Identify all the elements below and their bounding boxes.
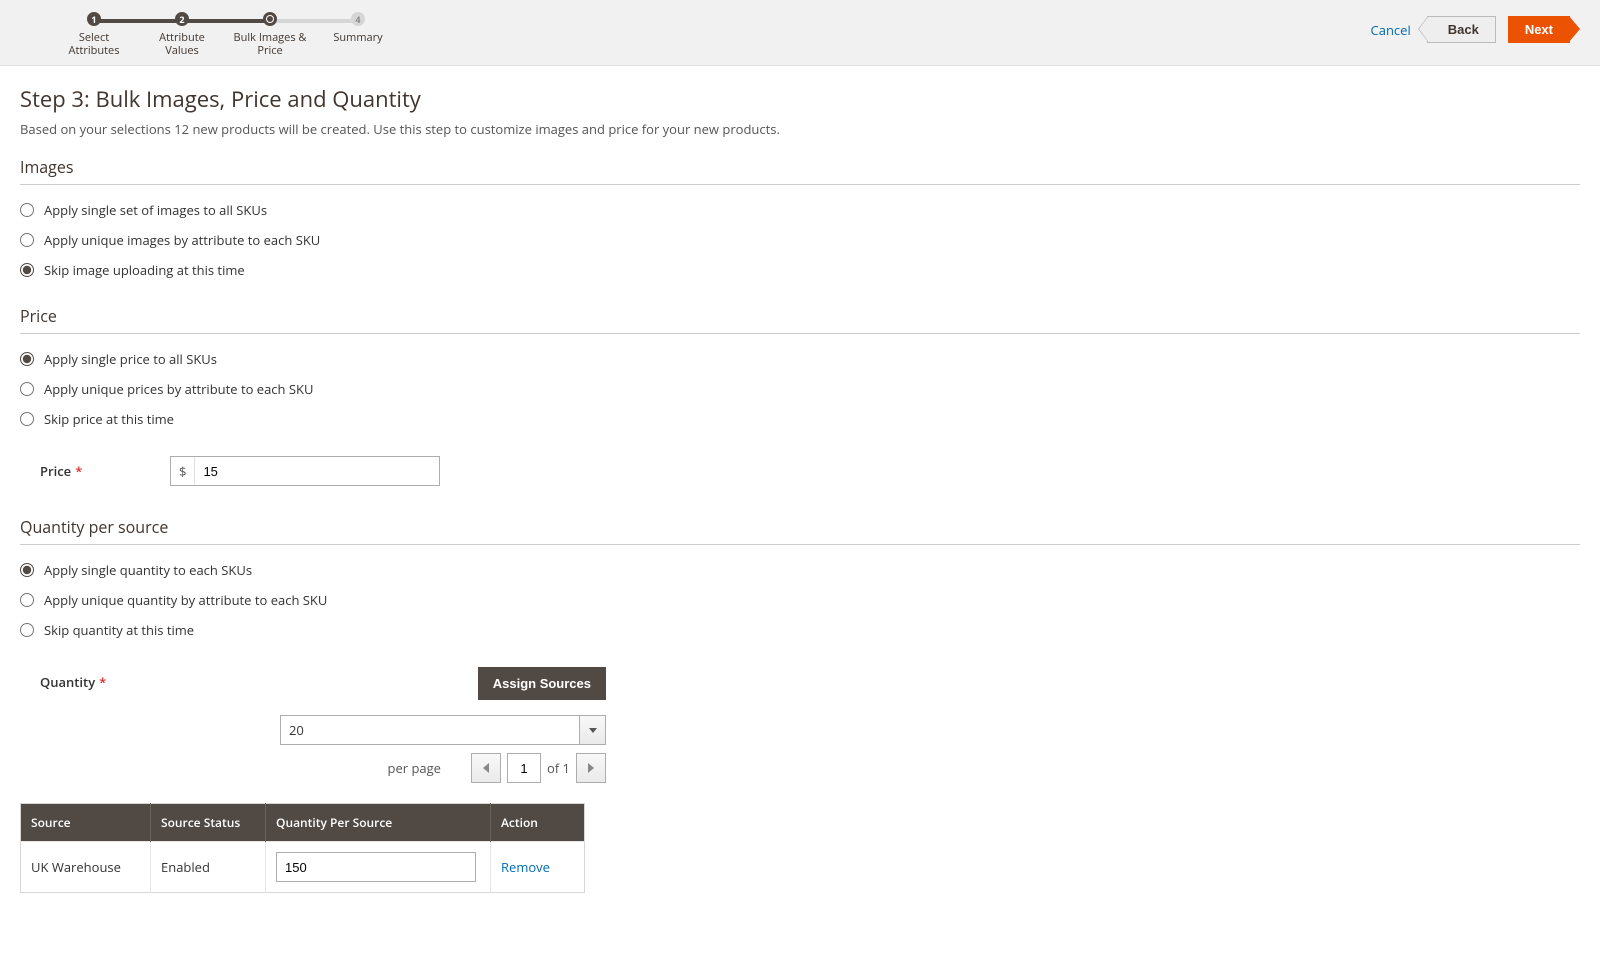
step-label: Bulk Images & Price — [230, 32, 310, 57]
page-total: of 1 — [547, 759, 570, 777]
currency-symbol: $ — [171, 457, 195, 485]
step-4: 4 Summary — [314, 12, 402, 45]
per-page-select[interactable]: 20 — [280, 715, 606, 745]
step-connector — [94, 19, 182, 23]
quantity-radio-group: Apply single quantity to each SKUs Apply… — [20, 555, 1580, 645]
wizard-actions: Cancel Back Next — [1371, 12, 1580, 43]
price-field-row: Price* $ — [40, 456, 1580, 486]
price-radio-single[interactable] — [20, 352, 34, 366]
stepper: 1 Select Attributes 2 Attribute Values 3… — [20, 12, 402, 57]
images-radio-unique[interactable] — [20, 233, 34, 247]
price-input[interactable] — [195, 457, 439, 485]
th-action: Action — [491, 804, 585, 842]
sources-table: Source Source Status Quantity Per Source… — [20, 803, 585, 893]
assign-sources-button[interactable]: Assign Sources — [478, 667, 606, 700]
images-radio-label[interactable]: Apply unique images by attribute to each… — [44, 231, 320, 249]
th-qty: Quantity Per Source — [266, 804, 491, 842]
step-connector — [182, 19, 270, 23]
step-circle-1: 1 — [87, 12, 101, 26]
step-label: Summary — [333, 32, 382, 45]
chevron-down-icon — [589, 728, 597, 733]
quantity-field-row: Quantity* Assign Sources 20 per page of … — [40, 667, 1580, 783]
price-field-label: Price* — [40, 462, 170, 480]
remove-link[interactable]: Remove — [501, 858, 550, 876]
price-radio-unique[interactable] — [20, 382, 34, 396]
back-button[interactable]: Back — [1427, 16, 1496, 43]
images-radio-label[interactable]: Skip image uploading at this time — [44, 261, 245, 279]
images-radio-group: Apply single set of images to all SKUs A… — [20, 195, 1580, 285]
quantity-radio-label[interactable]: Apply unique quantity by attribute to ea… — [44, 591, 327, 609]
step-label: Select Attributes — [54, 32, 134, 57]
step-circle-4: 4 — [351, 12, 365, 26]
price-radio-label[interactable]: Apply single price to all SKUs — [44, 350, 217, 368]
price-input-wrapper: $ — [170, 456, 440, 486]
per-page-label: per page — [388, 759, 441, 777]
images-section-title: Images — [20, 156, 1580, 185]
per-page-value: 20 — [281, 716, 579, 744]
quantity-radio-single[interactable] — [20, 563, 34, 577]
quantity-radio-label[interactable]: Apply single quantity to each SKUs — [44, 561, 252, 579]
price-radio-group: Apply single price to all SKUs Apply uni… — [20, 344, 1580, 434]
page-input[interactable] — [507, 753, 541, 783]
quantity-radio-skip[interactable] — [20, 623, 34, 637]
cell-action: Remove — [491, 842, 585, 893]
step-label: Attribute Values — [142, 32, 222, 57]
cell-qty — [266, 842, 491, 893]
quantity-section-title: Quantity per source — [20, 516, 1580, 545]
quantity-radio-unique[interactable] — [20, 593, 34, 607]
step-1: 1 Select Attributes — [50, 12, 138, 57]
wizard-content: Step 3: Bulk Images, Price and Quantity … — [0, 66, 1600, 911]
cancel-link[interactable]: Cancel — [1371, 21, 1411, 39]
step-title: Step 3: Bulk Images, Price and Quantity — [20, 84, 1580, 114]
step-circle-3: 3 — [263, 12, 277, 26]
table-row: UK Warehouse Enabled Remove — [21, 842, 585, 893]
step-description: Based on your selections 12 new products… — [20, 120, 1580, 138]
table-header-row: Source Source Status Quantity Per Source… — [21, 804, 585, 842]
dropdown-toggle[interactable] — [579, 716, 605, 744]
price-radio-skip[interactable] — [20, 412, 34, 426]
price-radio-label[interactable]: Skip price at this time — [44, 410, 174, 428]
cell-status: Enabled — [151, 842, 266, 893]
th-status: Source Status — [151, 804, 266, 842]
wizard-header: 1 Select Attributes 2 Attribute Values 3… — [0, 0, 1600, 66]
step-connector — [270, 19, 358, 23]
images-radio-label[interactable]: Apply single set of images to all SKUs — [44, 201, 267, 219]
images-radio-skip[interactable] — [20, 263, 34, 277]
price-radio-label[interactable]: Apply unique prices by attribute to each… — [44, 380, 313, 398]
next-button[interactable]: Next — [1508, 16, 1570, 43]
step-circle-2: 2 — [175, 12, 189, 26]
price-section-title: Price — [20, 305, 1580, 334]
page-prev-button[interactable] — [471, 753, 501, 783]
th-source: Source — [21, 804, 151, 842]
chevron-right-icon — [588, 763, 594, 773]
quantity-radio-label[interactable]: Skip quantity at this time — [44, 621, 194, 639]
quantity-per-source-input[interactable] — [276, 852, 476, 882]
chevron-left-icon — [483, 763, 489, 773]
required-asterisk: * — [75, 462, 82, 480]
required-asterisk: * — [99, 673, 106, 691]
images-radio-single[interactable] — [20, 203, 34, 217]
page-next-button[interactable] — [576, 753, 606, 783]
cell-source: UK Warehouse — [21, 842, 151, 893]
pagination: per page of 1 — [280, 753, 606, 783]
quantity-field-label: Quantity* — [40, 673, 280, 691]
